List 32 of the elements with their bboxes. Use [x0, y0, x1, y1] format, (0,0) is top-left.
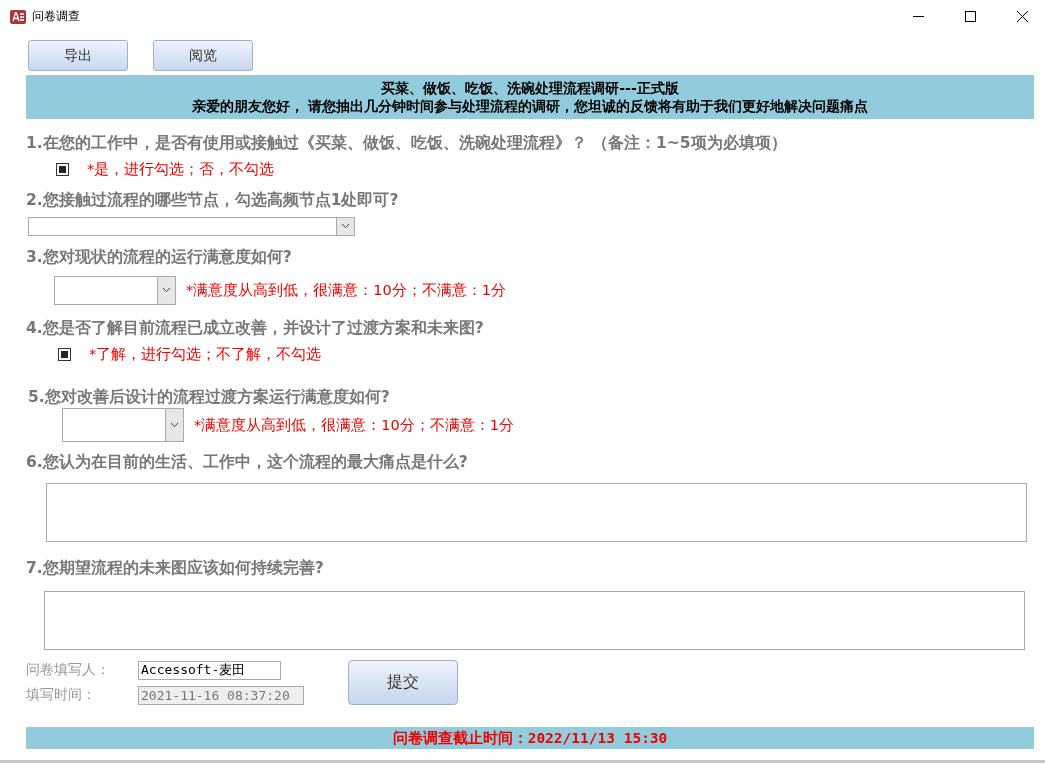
question-label: 5.您对改善后设计的流程过渡方案运行满意度如何? — [28, 387, 391, 408]
question-label: 4.您是否了解目前流程已成立改善，并设计了过渡方案和未来图? — [26, 318, 485, 339]
app-logo-icon — [10, 8, 26, 25]
answer-box[interactable] — [46, 483, 1027, 542]
toolbar-button[interactable]: 导出 — [28, 40, 128, 71]
dropdown-field[interactable] — [62, 408, 184, 442]
answer-box[interactable] — [44, 591, 1025, 650]
question-label: 2.您接触过流程的哪些节点，勾选高频节点1处即可? — [26, 190, 400, 211]
question-label: 6.您认为在目前的生活、工作中，这个流程的最大痛点是什么? — [26, 452, 469, 473]
submit-button[interactable]: 提交 — [348, 660, 458, 705]
question-label: 3.您对现状的流程的运行满意度如何? — [26, 247, 293, 268]
hint-text: *满意度从高到低，很满意：10分；不满意：1分 — [186, 280, 506, 300]
checkbox[interactable] — [56, 162, 69, 176]
hint-text: *是，进行勾选；否，不勾选 — [87, 159, 275, 179]
chevron-down-icon — [162, 287, 171, 293]
chevron-down-icon — [170, 422, 179, 428]
toolbar-button[interactable]: 阅览 — [153, 40, 253, 71]
hint-text: *满意度从高到低，很满意：10分；不满意：1分 — [194, 415, 514, 435]
chevron-down-icon — [341, 223, 350, 229]
window-title: 问卷调查 — [32, 8, 81, 25]
field-label: 填写时间： — [26, 686, 97, 704]
survey-title: 买菜、做饭、吃饭、洗碗处理流程调研---正式版 — [381, 79, 679, 97]
dropdown-field[interactable] — [54, 275, 176, 305]
checkbox[interactable] — [58, 347, 71, 361]
question-label: 1.在您的工作中，是否有使用或接触过《买菜、做饭、吃饭、洗碗处理流程》？ （备注：1~5项为必填项） — [26, 133, 788, 154]
hint-text: *了解，进行勾选；不了解，不勾选 — [89, 344, 322, 364]
input-field[interactable]: Accessoft-麦田 — [138, 660, 281, 680]
dropdown-field[interactable] — [28, 216, 355, 236]
question-label: 7.您期望流程的未来图应该如何持续完善? — [26, 558, 325, 579]
deadline-text: 问卷调查截止时间：2022/11/13 15:30 — [392, 728, 668, 748]
field-label: 问卷填写人： — [26, 661, 111, 679]
survey-intro: 亲爱的朋友您好， 请您抽出几分钟时间参与处理流程的调研，您坦诚的反馈将有助于我们更好地解决问题痛点 — [191, 97, 869, 115]
